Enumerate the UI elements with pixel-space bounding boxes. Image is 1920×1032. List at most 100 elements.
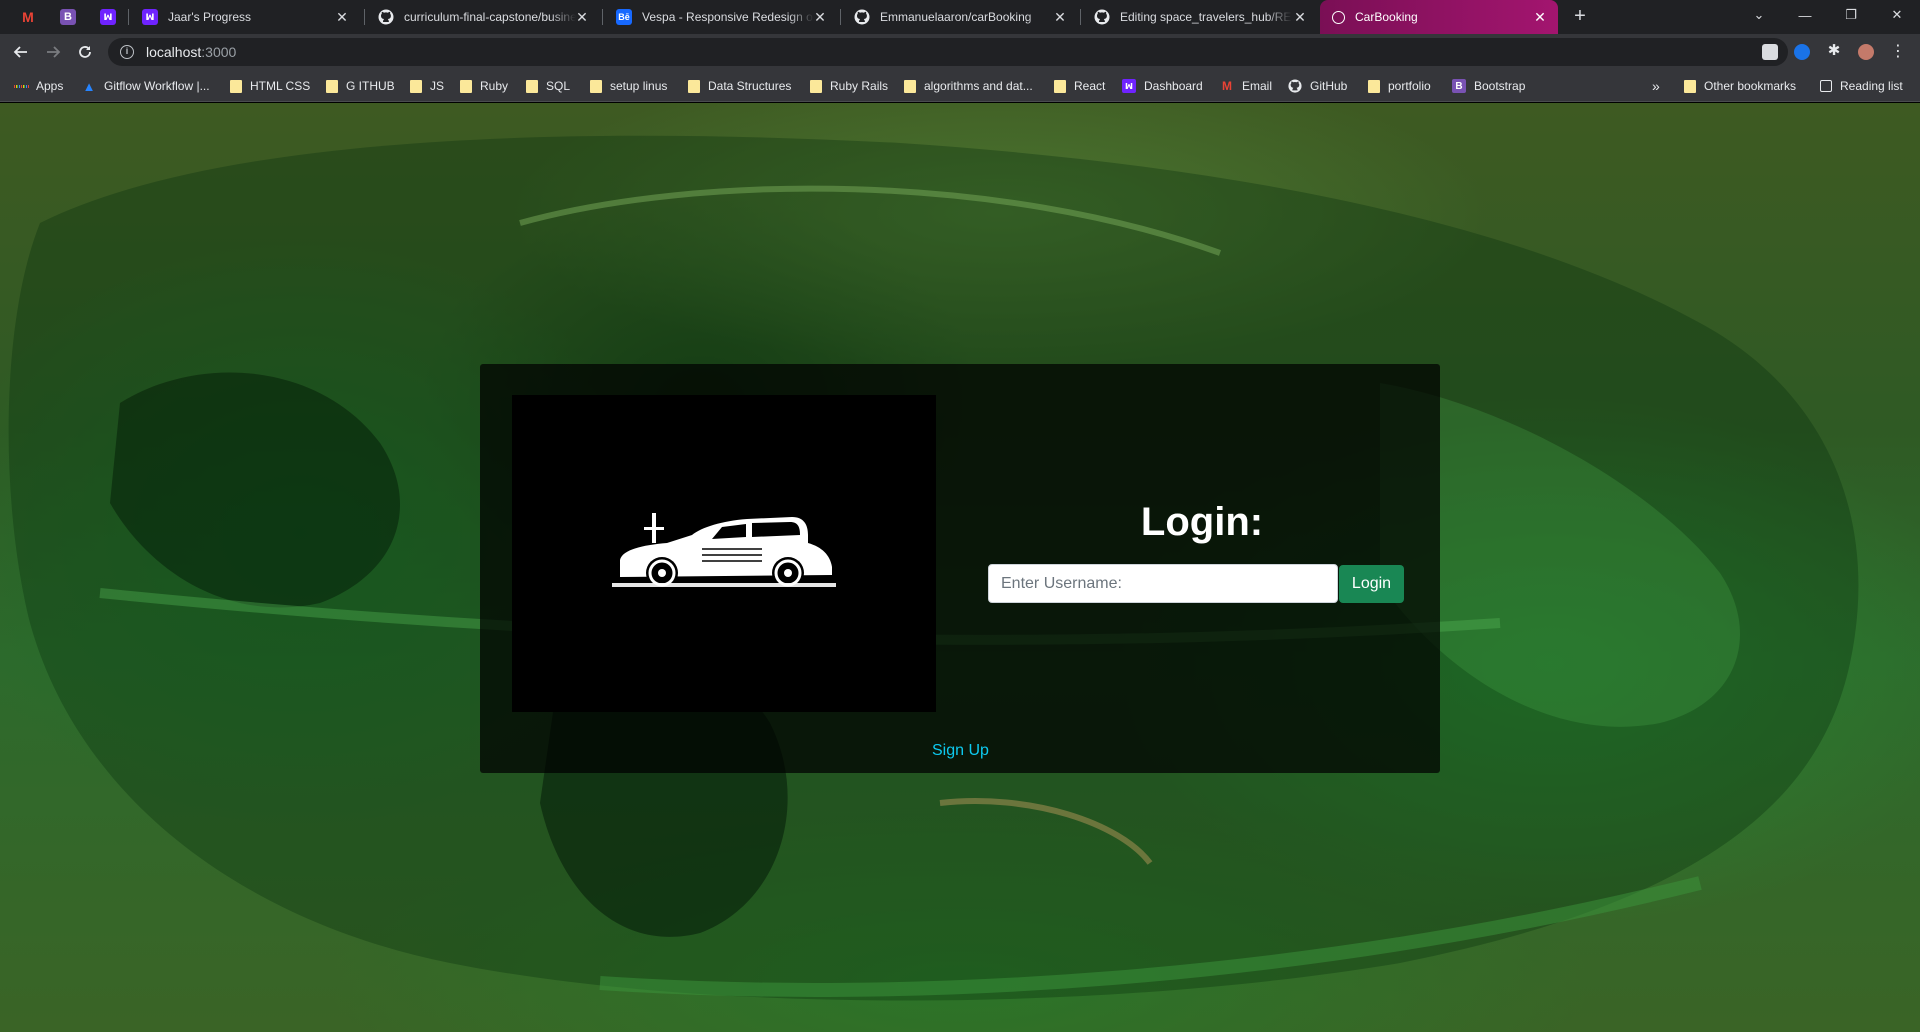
tab-editing-readme[interactable]: Editing space_travelers_hub/REA ✕	[1082, 0, 1318, 34]
arrow-left-icon	[13, 46, 27, 58]
bookmark-label: Data Structures	[708, 79, 792, 93]
tab-pinned-bootstrap[interactable]: B	[48, 0, 88, 34]
close-icon[interactable]: ✕	[334, 9, 350, 25]
bookmark-bootstrap[interactable]: B Bootstrap	[1452, 77, 1525, 95]
reading-list-label: Reading list	[1840, 79, 1903, 93]
puzzle-icon[interactable]: ✱	[1826, 43, 1842, 59]
atlassian-icon: ▲	[82, 78, 96, 94]
close-icon[interactable]: ✕	[1532, 9, 1548, 25]
tab-search-button[interactable]: ⌄	[1736, 0, 1782, 30]
bookmark-label: setup linus	[610, 79, 668, 93]
tab-jaars-progress[interactable]: ꟽ Jaar's Progress ✕	[130, 0, 360, 34]
folder-icon	[1054, 79, 1066, 93]
back-button[interactable]	[8, 39, 34, 65]
tab-title: CarBooking	[1355, 10, 1418, 24]
bookmark-data-structures[interactable]: Data Structures	[688, 77, 791, 95]
bookmark-label: React	[1074, 79, 1106, 93]
bookmark-label: Dashboard	[1144, 79, 1203, 93]
bookmark-js[interactable]: JS	[410, 77, 444, 95]
bookmark-label: HTML CSS	[250, 79, 311, 93]
bookmark-sql[interactable]: SQL	[526, 77, 570, 95]
close-icon[interactable]: ✕	[574, 9, 590, 25]
menu-kebab-icon[interactable]: ⋮	[1890, 44, 1906, 60]
bookmark-dashboard[interactable]: ꟽ Dashboard	[1122, 77, 1203, 95]
bookmark-ruby[interactable]: Ruby	[460, 77, 508, 95]
github-icon	[1288, 79, 1302, 93]
bookmark-label: algorithms and dat...	[924, 79, 1033, 93]
address-bar[interactable]: i localhost:3000 ☆	[108, 38, 1788, 66]
tab-title: curriculum-final-capstone/busine	[404, 10, 576, 24]
microverse-icon: ꟽ	[1122, 79, 1136, 93]
reload-icon	[79, 46, 91, 58]
new-tab-button[interactable]: +	[1568, 5, 1592, 29]
bookmark-label: Ruby Rails	[830, 79, 889, 93]
tab-separator	[364, 9, 365, 25]
reload-button[interactable]	[72, 39, 98, 65]
bookmark-portfolio[interactable]: portfolio	[1368, 77, 1431, 95]
site-info-icon[interactable]: i	[120, 45, 134, 59]
tab-separator	[128, 9, 129, 25]
tab-pinned-gmail[interactable]: M	[8, 0, 48, 34]
microverse-icon: ꟽ	[100, 9, 116, 25]
folder-icon	[230, 79, 242, 93]
bookmark-label: G ITHUB	[346, 79, 395, 93]
username-input[interactable]	[988, 564, 1338, 603]
extension-icon[interactable]	[1762, 44, 1778, 60]
folder-icon	[1368, 79, 1380, 93]
restore-button[interactable]: ❐	[1828, 0, 1874, 30]
globe-icon	[1332, 10, 1345, 24]
avatar[interactable]	[1858, 44, 1874, 60]
bookmark-github[interactable]: GitHub	[1288, 77, 1347, 95]
gmail-icon: M	[22, 9, 34, 25]
bookmark-apps[interactable]: Apps	[14, 77, 63, 95]
github-icon	[378, 9, 394, 25]
bookmark-label: portfolio	[1388, 79, 1431, 93]
close-icon[interactable]: ✕	[1052, 9, 1068, 25]
bootstrap-icon: B	[60, 9, 76, 25]
bookmark-email[interactable]: M Email	[1220, 77, 1272, 95]
close-icon[interactable]: ✕	[1292, 9, 1308, 25]
bookmark-setup-linus[interactable]: setup linus	[590, 77, 667, 95]
forward-button[interactable]	[40, 39, 66, 65]
close-window-button[interactable]: ✕	[1874, 0, 1920, 30]
tab-curriculum-capstone[interactable]: curriculum-final-capstone/busine ✕	[366, 0, 600, 34]
minimize-button[interactable]: —	[1782, 0, 1828, 30]
arrow-right-icon	[47, 46, 61, 58]
bootstrap-icon: B	[1452, 79, 1466, 93]
tab-carbooking-repo[interactable]: Emmanuelaaron/carBooking ✕	[842, 0, 1078, 34]
signup-link[interactable]: Sign Up	[932, 742, 989, 760]
bookmark-label: Email	[1242, 79, 1273, 93]
bookmark-label: Gitflow Workflow |...	[104, 79, 210, 93]
microverse-icon: ꟽ	[142, 9, 158, 25]
tab-title: Vespa - Responsive Redesign on	[642, 10, 814, 24]
bookmark-algorithms[interactable]: algorithms and dat...	[904, 77, 1033, 95]
bookmark-gitflow[interactable]: ▲ Gitflow Workflow |...	[82, 77, 210, 95]
tab-vespa-behance[interactable]: Bē Vespa - Responsive Redesign on ✕	[604, 0, 838, 34]
browser-toolbar: i localhost:3000 ☆ ✱ ⋮	[0, 34, 1920, 70]
tab-pinned-microverse[interactable]: ꟽ	[88, 0, 128, 34]
bookmarks-overflow-button[interactable]: »	[1652, 77, 1660, 95]
bookmark-other-bookmarks[interactable]: Other bookmarks	[1684, 77, 1796, 95]
tab-carbooking-active[interactable]: CarBooking ✕	[1320, 0, 1558, 34]
tab-separator	[1080, 9, 1081, 25]
extension-check-icon[interactable]	[1794, 44, 1810, 60]
vintage-car-logo	[612, 513, 836, 589]
bookmark-label: Ruby	[480, 79, 509, 93]
reading-list-button[interactable]: Reading list	[1820, 77, 1903, 95]
close-icon[interactable]: ✕	[812, 9, 828, 25]
login-button[interactable]: Login	[1339, 565, 1404, 603]
bookmark-ruby-rails[interactable]: Ruby Rails	[810, 77, 888, 95]
bookmark-react[interactable]: React	[1054, 77, 1105, 95]
folder-icon	[810, 79, 822, 93]
folder-icon	[526, 79, 538, 93]
bookmark-label: GitHub	[1310, 79, 1348, 93]
page-viewport: Login: Login Sign Up	[0, 103, 1920, 1032]
folder-icon	[326, 79, 338, 93]
logo-panel	[512, 395, 936, 712]
address-url: localhost:3000	[146, 44, 236, 60]
bookmark-label: SQL	[546, 79, 571, 93]
bookmark-html-css[interactable]: HTML CSS	[230, 77, 310, 95]
bookmark-github-folder[interactable]: G ITHUB	[326, 77, 395, 95]
tab-title: Emmanuelaaron/carBooking	[880, 10, 1032, 24]
folder-icon	[460, 79, 472, 93]
